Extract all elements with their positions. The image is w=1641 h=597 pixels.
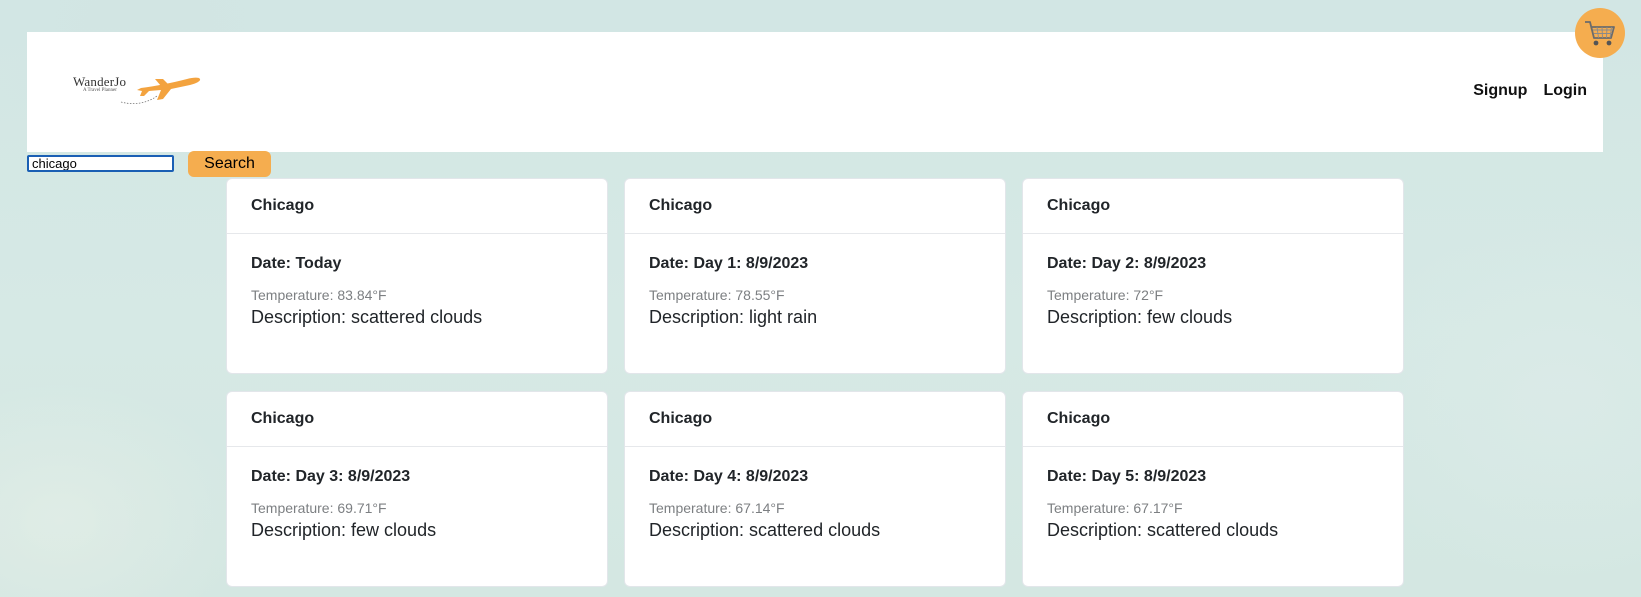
card-temperature: Temperature: 67.17°F: [1047, 500, 1183, 516]
card-description: Description: few clouds: [251, 520, 437, 540]
card-city: Chicago: [1023, 179, 1403, 234]
card-description: Description: few clouds: [1047, 307, 1233, 327]
cart-button[interactable]: [1575, 8, 1625, 58]
card-body: Date: Day 1: 8/9/2023 Temperature: 78.55…: [625, 234, 1005, 328]
card-body: Date: Day 4: 8/9/2023 Temperature: 67.14…: [625, 447, 1005, 541]
forecast-card: Chicago Date: Day 1: 8/9/2023 Temperatur…: [624, 178, 1006, 374]
card-temperature: Temperature: 83.84°F: [251, 287, 387, 303]
forecast-card: Chicago Date: Day 3: 8/9/2023 Temperatur…: [226, 391, 608, 587]
forecast-card: Chicago Date: Day 2: 8/9/2023 Temperatur…: [1022, 178, 1404, 374]
card-date: Date: Day 5: 8/9/2023: [1047, 468, 1207, 485]
card-city: Chicago: [625, 392, 1005, 447]
site-header: WanderJo A Travel Planner Signup Login: [27, 32, 1603, 152]
card-description: Description: scattered clouds: [251, 307, 483, 327]
search-input[interactable]: [27, 155, 174, 172]
card-date: Date: Day 1: 8/9/2023: [649, 255, 809, 272]
card-city: Chicago: [227, 179, 607, 234]
signup-link[interactable]: Signup: [1473, 82, 1527, 100]
card-date: Date: Day 4: 8/9/2023: [649, 468, 809, 485]
card-description: Description: light rain: [649, 307, 818, 327]
card-body: Date: Day 5: 8/9/2023 Temperature: 67.17…: [1023, 447, 1403, 541]
card-temperature: Temperature: 72°F: [1047, 287, 1164, 303]
card-description: Description: scattered clouds: [1047, 520, 1279, 540]
airplane-icon: [120, 77, 201, 104]
forecast-grid: Chicago Date: Today Temperature: 83.84°F…: [226, 178, 1406, 587]
card-body: Date: Day 3: 8/9/2023 Temperature: 69.71…: [227, 447, 607, 541]
logo[interactable]: WanderJo A Travel Planner: [73, 66, 203, 106]
card-city: Chicago: [625, 179, 1005, 234]
card-description: Description: scattered clouds: [649, 520, 881, 540]
card-body: Date: Day 2: 8/9/2023 Temperature: 72°F …: [1023, 234, 1403, 328]
forecast-card: Chicago Date: Day 4: 8/9/2023 Temperatur…: [624, 391, 1006, 587]
card-city: Chicago: [227, 392, 607, 447]
card-city: Chicago: [1023, 392, 1403, 447]
card-body: Date: Today Temperature: 83.84°F Descrip…: [227, 234, 607, 328]
login-link[interactable]: Login: [1543, 82, 1587, 100]
card-temperature: Temperature: 78.55°F: [649, 287, 785, 303]
card-temperature: Temperature: 69.71°F: [251, 500, 387, 516]
card-temperature: Temperature: 67.14°F: [649, 500, 785, 516]
forecast-card: Chicago Date: Today Temperature: 83.84°F…: [226, 178, 608, 374]
header-nav: Signup Login: [1473, 82, 1587, 100]
forecast-card: Chicago Date: Day 5: 8/9/2023 Temperatur…: [1022, 391, 1404, 587]
shopping-cart-icon: [1585, 21, 1615, 46]
card-date: Date: Today: [251, 255, 342, 272]
card-date: Date: Day 3: 8/9/2023: [251, 468, 411, 485]
card-date: Date: Day 2: 8/9/2023: [1047, 255, 1207, 272]
search-button[interactable]: Search: [188, 151, 271, 177]
